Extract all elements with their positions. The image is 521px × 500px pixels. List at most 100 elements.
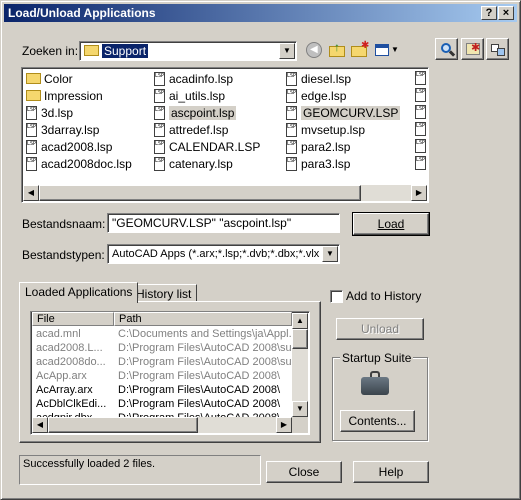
scroll-right-icon[interactable]: ▶	[276, 417, 292, 433]
tools-icon[interactable]: ✱	[461, 38, 484, 60]
tab-history-list[interactable]: History list	[130, 284, 198, 302]
list-item[interactable]: LSP CALENDAR.LSP	[154, 138, 260, 155]
file-name: 3d.lsp	[41, 105, 74, 120]
up-folder-icon[interactable]: ↑	[329, 40, 347, 58]
file-name: Color	[44, 71, 73, 86]
cell-file: acad.mnl	[36, 328, 81, 340]
table-row[interactable]: acad.mnl C:\Documents and Settings\ja\App…	[32, 327, 293, 341]
contents-button[interactable]: Contents...	[340, 410, 415, 432]
list-item[interactable]: LSP acadinfo.lsp	[154, 70, 233, 87]
lsp-file-icon: LSP	[26, 105, 37, 120]
vscroll-thumb[interactable]	[292, 329, 308, 349]
tab-loaded-applications[interactable]: Loaded Applications	[19, 282, 139, 303]
filetype-dropdown[interactable]: AutoCAD Apps (*.arx;*.lsp;*.dvb;*.dbx;*.…	[107, 244, 340, 264]
lookin-value: Support	[102, 44, 149, 58]
list-item[interactable]: LSP GEOMCURV.LSP	[286, 104, 401, 121]
back-icon[interactable]: ◀	[306, 42, 322, 58]
unload-button[interactable]: Unload	[336, 318, 424, 340]
table-row[interactable]: acad2008do... D:\Program Files\AutoCAD 20…	[32, 355, 293, 369]
lsp-file-icon: LSP	[154, 139, 165, 154]
lsp-file-icon: LSP	[154, 156, 165, 171]
list-item[interactable]: LSP attredef.lsp	[154, 121, 228, 138]
status-box: Successfully loaded 2 files.	[19, 455, 261, 485]
contents-button-label: Contents...	[348, 414, 407, 428]
cell-path: C:\Documents and Settings\ja\Appl...	[118, 328, 293, 340]
scroll-down-icon[interactable]: ▼	[292, 401, 308, 417]
table-row[interactable]: AcDblClkEdi... D:\Program Files\AutoCAD 2…	[32, 397, 293, 411]
applications-table[interactable]: File Path acad.mnl C:\Documents and Setti…	[30, 311, 310, 435]
lsp-file-icon: LSP	[286, 71, 297, 86]
cell-path: D:\Program Files\AutoCAD 2008\	[118, 384, 281, 396]
cell-file: AcApp.arx	[36, 370, 87, 382]
status-text: Successfully loaded 2 files.	[23, 458, 156, 470]
list-item[interactable]: LSP para2.lsp	[286, 138, 350, 155]
list-item[interactable]: LSP mvsetup.lsp	[286, 121, 365, 138]
lsp-file-icon: LSP	[154, 88, 165, 103]
filename-input[interactable]: "GEOMCURV.LSP" "ascpoint.lsp"	[107, 213, 340, 233]
search-web-icon[interactable]	[435, 38, 458, 60]
scroll-left-icon[interactable]: ◀	[23, 185, 39, 201]
new-folder-icon[interactable]: ✱	[351, 40, 369, 59]
list-item[interactable]: LSP acad2008doc.lsp	[26, 155, 132, 172]
lsp-file-icon: LSP	[26, 122, 37, 137]
list-item[interactable]: Color	[26, 70, 73, 87]
title-bar[interactable]: Load/Unload Applications ? ×	[4, 4, 517, 22]
help-button[interactable]: Help	[353, 461, 429, 483]
table-horizontal-scrollbar[interactable]: ◀ ▶	[32, 417, 292, 433]
folder-icon	[26, 73, 41, 84]
list-item[interactable]: LSP para3.lsp	[286, 155, 350, 172]
file-name: attredef.lsp	[169, 122, 229, 137]
chevron-down-icon[interactable]: ▼	[279, 43, 295, 59]
scroll-thumb[interactable]	[39, 185, 361, 201]
list-item[interactable]: LSP ascpoint.lsp	[154, 104, 237, 121]
horizontal-scrollbar[interactable]: ◀ ▶	[23, 185, 427, 201]
scroll-right-icon[interactable]: ▶	[411, 185, 427, 201]
options-icon[interactable]	[486, 38, 509, 60]
load-button-label: Load	[377, 217, 405, 231]
lsp-file-icon: LSP	[415, 139, 426, 153]
briefcase-icon	[361, 371, 389, 397]
lsp-file-icon: LSP	[415, 105, 426, 119]
list-item[interactable]: LSP 3d.lsp	[26, 104, 73, 121]
lsp-file-icon: LSP	[415, 156, 426, 170]
chevron-down-icon[interactable]: ▼	[322, 246, 338, 262]
unload-button-label: Unload	[360, 322, 400, 336]
list-item[interactable]: LSP diesel.lsp	[286, 70, 351, 87]
lsp-file-icon: LSP	[286, 156, 297, 171]
column-header-path[interactable]: Path	[114, 312, 292, 326]
file-list[interactable]: Color Impression LSP 3d.lsp LSP 3darray.lsp LS…	[21, 67, 429, 203]
table-row[interactable]: AcApp.arx D:\Program Files\AutoCAD 2008\	[32, 369, 293, 383]
lsp-file-icon: LSP	[26, 156, 37, 171]
table-row[interactable]: AcArray.arx D:\Program Files\AutoCAD 2008…	[32, 383, 293, 397]
table-body: acad.mnl C:\Documents and Settings\ja\App…	[32, 327, 293, 417]
list-item[interactable]: LSP catenary.lsp	[154, 155, 233, 172]
help-title-button[interactable]: ?	[481, 6, 497, 20]
file-name: acadinfo.lsp	[169, 71, 234, 86]
file-name: Impression	[44, 88, 103, 103]
scroll-up-icon[interactable]: ▲	[292, 313, 308, 329]
add-history-checkbox[interactable]	[330, 290, 343, 303]
column-header-file[interactable]: File	[32, 312, 114, 326]
close-button[interactable]: Close	[266, 461, 342, 483]
lsp-file-icon: LSP	[154, 122, 165, 137]
hscroll-thumb[interactable]	[48, 417, 198, 433]
load-button[interactable]: Load	[352, 212, 430, 236]
cell-file: acad2008.L...	[36, 342, 103, 354]
table-row[interactable]: acad2008.L... D:\Program Files\AutoCAD 20…	[32, 341, 293, 355]
list-item[interactable]: Impression	[26, 87, 103, 104]
file-name: catenary.lsp	[169, 156, 233, 171]
lsp-file-icon: LSP	[154, 105, 165, 120]
close-title-button[interactable]: ×	[498, 6, 514, 20]
views-icon[interactable]: ▼	[375, 41, 399, 59]
list-item[interactable]: LSP acad2008.lsp	[26, 138, 112, 155]
vertical-scrollbar[interactable]: ▲ ▼	[292, 313, 308, 417]
list-item[interactable]: LSP edge.lsp	[286, 87, 346, 104]
list-item[interactable]: LSP ai_utils.lsp	[154, 87, 225, 104]
lsp-file-icon: LSP	[415, 122, 426, 136]
tab-loaded-label: Loaded Applications	[25, 285, 133, 299]
lookin-dropdown[interactable]: Support ▼	[79, 41, 297, 61]
scroll-left-icon[interactable]: ◀	[32, 417, 48, 433]
file-name: mvsetup.lsp	[301, 122, 366, 137]
file-name: diesel.lsp	[301, 71, 352, 86]
list-item[interactable]: LSP 3darray.lsp	[26, 121, 99, 138]
